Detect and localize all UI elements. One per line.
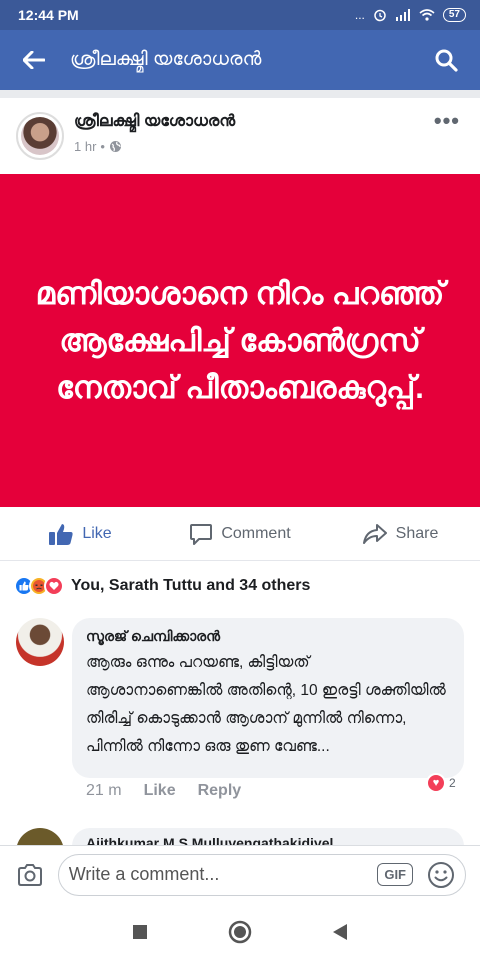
share-button[interactable]: Share	[320, 507, 480, 560]
search-button[interactable]	[428, 42, 464, 78]
back-button[interactable]	[16, 42, 52, 78]
comment-like-button[interactable]: Like	[144, 782, 176, 800]
share-label: Share	[395, 524, 439, 542]
comment-icon	[190, 523, 213, 545]
commenter-name[interactable]: സൂരജ് ചെമ്പിക്കാരൻ	[86, 628, 450, 645]
like-button[interactable]: Like	[0, 507, 160, 560]
meta-separator: •	[100, 139, 105, 154]
status-bar: 12:44 PM ... 57	[0, 0, 480, 30]
reactions-text: You, Sarath Tuttu and 34 others	[71, 577, 311, 594]
status-icons: ... 57	[355, 8, 466, 22]
comment-meta: 21 m Like Reply	[86, 782, 241, 800]
commenter-avatar[interactable]	[16, 618, 64, 666]
post-author-name[interactable]: ശ്രീലക്ഷ്മി യശോധരൻ	[74, 113, 235, 131]
back-nav-button[interactable]	[332, 923, 348, 941]
comment-reaction-count: 2	[449, 776, 456, 790]
arrow-left-icon	[23, 51, 45, 69]
post-actions: Like Comment Share	[0, 507, 480, 561]
search-icon	[435, 49, 458, 72]
post-time[interactable]: 1 hr	[74, 139, 96, 154]
home-button[interactable]	[228, 920, 252, 944]
comment-input-box[interactable]: GIF	[57, 853, 466, 896]
comment-input[interactable]	[68, 864, 378, 885]
author-avatar[interactable]	[16, 112, 64, 160]
post-text-card[interactable]: മണിയാശാനെ നിറം പറഞ്ഞ് ആക്ഷേപിച്ച് കോൺഗ്ര…	[0, 174, 480, 507]
notification-dots: ...	[354, 8, 365, 22]
post-card-text: മണിയാശാനെ നിറം പറഞ്ഞ് ആക്ഷേപിച്ച് കോൺഗ്ര…	[35, 276, 445, 405]
globe-icon	[109, 141, 121, 152]
comment-text: ആരും ഒന്നും പറയണ്ട, കിട്ടിയത് ആശാനാണെങ്ക…	[86, 654, 446, 755]
post-header: ശ്രീലക്ഷ്മി യശോധരൻ 1 hr • •••	[0, 98, 480, 174]
status-time: 12:44 PM	[18, 7, 79, 23]
wifi-icon	[419, 9, 435, 21]
camera-button[interactable]	[14, 859, 46, 891]
reactions-summary[interactable]: You, Sarath Tuttu and 34 others	[0, 561, 480, 611]
app-header: ശ്രീലക്ഷ്മി യശോധരൻ	[0, 30, 480, 90]
comment-reactions[interactable]: ♥ 2	[426, 773, 456, 793]
avatar-photo	[21, 117, 59, 155]
like-label: Like	[82, 524, 112, 542]
comment-button[interactable]: Comment	[160, 507, 320, 560]
comment-bubble: സൂരജ് ചെമ്പിക്കാരൻ ആരും ഒന്നും പറയണ്ട, ക…	[72, 618, 464, 778]
signal-icon	[395, 9, 410, 21]
reaction-icons	[14, 576, 64, 596]
alarm-icon	[374, 9, 386, 22]
heart-icon: ♥	[426, 773, 446, 793]
thumbs-up-icon	[49, 523, 73, 545]
more-options-button[interactable]: •••	[434, 108, 460, 134]
comment-reply-button[interactable]: Reply	[198, 782, 242, 800]
battery-icon: 57	[442, 8, 466, 22]
system-nav-bar	[0, 903, 480, 960]
comment-label: Comment	[221, 524, 291, 542]
share-icon	[362, 523, 387, 544]
comment-composer: GIF	[0, 845, 480, 903]
love-reaction-icon	[44, 576, 64, 596]
separator	[0, 90, 480, 98]
post-meta: 1 hr •	[74, 139, 122, 154]
header-title: ശ്രീലക്ഷ്മി യശോധരൻ	[70, 49, 262, 70]
camera-icon	[17, 863, 42, 886]
comment-time: 21 m	[86, 782, 122, 799]
gif-button[interactable]: GIF	[377, 863, 413, 886]
recents-button[interactable]	[132, 924, 148, 940]
emoji-icon[interactable]	[427, 861, 455, 889]
